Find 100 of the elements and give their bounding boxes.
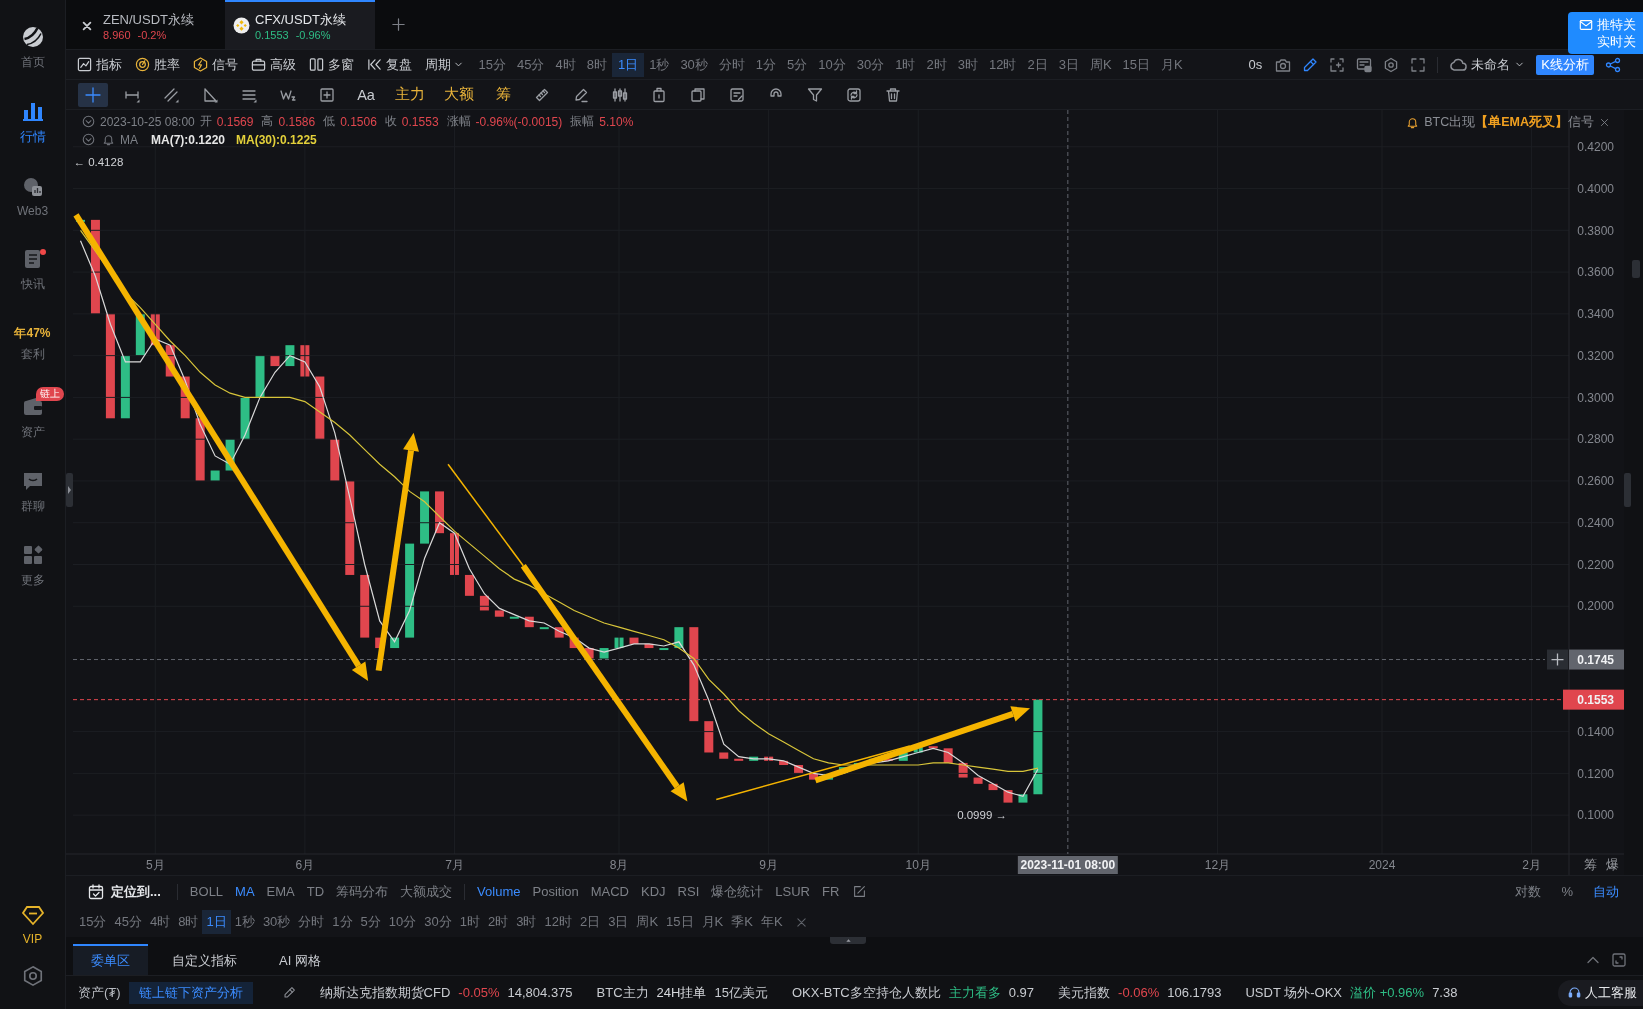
indicator-toggle[interactable]: EMA bbox=[260, 884, 301, 899]
symbol-tab[interactable]: CFX/USDT永续 0.1553 -0.96% bbox=[225, 0, 375, 49]
indicator-toggle[interactable]: RSI bbox=[671, 884, 706, 899]
period-dropdown[interactable]: 周期 bbox=[425, 55, 464, 74]
panel-tab[interactable]: AI 网格 bbox=[261, 944, 339, 975]
scale-option[interactable]: 对数 bbox=[1509, 882, 1548, 901]
timeframe-button[interactable]: 3时 bbox=[512, 910, 541, 934]
indicator-toggle[interactable]: 爆仓统计 bbox=[705, 882, 770, 901]
indicator-toggle[interactable]: 筹码分布 bbox=[330, 882, 395, 901]
arrow-annotation[interactable] bbox=[375, 432, 419, 672]
indicator-toggle[interactable]: MA bbox=[229, 884, 261, 899]
settings-icon[interactable] bbox=[1383, 56, 1400, 73]
timeframe-button[interactable]: 2日 bbox=[575, 910, 605, 934]
indicator-toggle[interactable]: MACD bbox=[584, 884, 635, 899]
indicator-toggle[interactable]: Volume bbox=[471, 884, 527, 899]
timeframe-button[interactable]: 45分 bbox=[110, 910, 146, 934]
toolbar-button[interactable]: 信号 bbox=[193, 55, 238, 74]
drawing-tool-button[interactable]: 筹 bbox=[488, 82, 518, 107]
layout-dropdown[interactable]: 未命名 bbox=[1449, 55, 1526, 74]
panel-tab[interactable]: 自定义指标 bbox=[154, 944, 255, 975]
indicator-toggle[interactable]: 大额成交 bbox=[394, 882, 459, 901]
timeframe-button[interactable]: 周K bbox=[1084, 52, 1118, 77]
toolbar-button[interactable]: 胜率 bbox=[135, 55, 180, 74]
axis-toggle-button[interactable]: 筹 bbox=[1583, 857, 1597, 872]
timeframe-button[interactable]: 年K bbox=[756, 910, 787, 934]
timeframe-button[interactable]: 1时 bbox=[455, 910, 484, 934]
arrow-annotation[interactable] bbox=[73, 213, 369, 682]
settings-icon[interactable] bbox=[21, 965, 44, 987]
timeframe-button[interactable]: 2日 bbox=[1021, 52, 1054, 77]
toolbar-button[interactable]: 多窗 bbox=[309, 55, 354, 74]
indicator-toggle[interactable]: TD bbox=[300, 884, 331, 899]
timeframe-button[interactable]: 30秒 bbox=[258, 910, 295, 934]
axis-toggle-button[interactable]: 爆 bbox=[1605, 857, 1619, 872]
timeframe-button[interactable]: 12时 bbox=[540, 910, 576, 934]
notification-popup[interactable]: 推特关 实时关 bbox=[1568, 12, 1643, 54]
timeframe-button[interactable]: 5分 bbox=[356, 910, 385, 934]
timeframe-button[interactable]: 1日 bbox=[612, 52, 644, 77]
drawing-tool-button[interactable]: Aa bbox=[351, 82, 381, 107]
support-button[interactable]: 人工客服 bbox=[1558, 979, 1643, 1006]
arrow-annotation[interactable] bbox=[814, 706, 1030, 784]
expand-icon[interactable] bbox=[1611, 951, 1627, 968]
edit-icon[interactable] bbox=[853, 885, 867, 898]
timeframe-button[interactable]: 月K bbox=[697, 910, 728, 934]
toolbar-button[interactable]: 指标 bbox=[77, 55, 122, 74]
timeframe-button[interactable]: 季K bbox=[727, 910, 757, 934]
pencil-icon[interactable] bbox=[282, 986, 296, 999]
indicator-toggle[interactable]: Position bbox=[526, 884, 585, 899]
timeframe-button[interactable]: 30秒 bbox=[674, 52, 714, 77]
add-tab-button[interactable] bbox=[391, 17, 406, 32]
timeframe-button[interactable]: 3日 bbox=[604, 910, 633, 934]
sidebar-item[interactable]: 链上 资产 bbox=[3, 381, 62, 455]
collapse-icon[interactable] bbox=[82, 115, 95, 128]
timeframe-button[interactable]: 4时 bbox=[549, 52, 582, 77]
timeframe-button[interactable]: 30分 bbox=[420, 910, 456, 934]
share-icon[interactable] bbox=[1605, 56, 1621, 73]
timeframe-button[interactable]: 1时 bbox=[889, 52, 921, 77]
timeframe-button[interactable]: 月K bbox=[1155, 52, 1189, 77]
trend-line[interactable] bbox=[715, 745, 911, 801]
sidebar-item[interactable]: 群聊 bbox=[3, 455, 62, 529]
drawing-tool-button[interactable] bbox=[78, 82, 108, 107]
timeframe-button[interactable]: 1秒 bbox=[230, 910, 259, 934]
add-alert-button[interactable] bbox=[1547, 649, 1568, 670]
timeframe-button[interactable]: 15日 bbox=[1117, 52, 1156, 77]
camera-icon[interactable] bbox=[1275, 56, 1292, 73]
asset-analysis-button[interactable]: 链上链下资产分析 bbox=[128, 981, 253, 1004]
timeframe-button[interactable]: 30分 bbox=[851, 52, 890, 77]
arrow-annotation[interactable] bbox=[520, 564, 688, 802]
locate-button[interactable]: 定位到... bbox=[88, 882, 161, 901]
close-icon[interactable] bbox=[1599, 117, 1610, 128]
timeframe-button[interactable]: 10分 bbox=[812, 52, 852, 77]
sidebar-item[interactable]: Web3 bbox=[3, 159, 62, 233]
symbol-tab[interactable]: ZEN/USDT永续 8.960 -0.2% bbox=[73, 0, 221, 49]
close-icon[interactable] bbox=[794, 915, 808, 929]
timeframe-button[interactable]: 4时 bbox=[145, 910, 175, 934]
panel-toggle-handle[interactable] bbox=[830, 937, 866, 944]
frame-plus-icon[interactable] bbox=[1329, 56, 1346, 73]
timeframe-button[interactable]: 2时 bbox=[921, 52, 953, 77]
timeframe-button[interactable]: 8时 bbox=[581, 52, 613, 77]
timeframe-button[interactable]: 分时 bbox=[294, 910, 329, 934]
sidebar-item[interactable]: 首页 bbox=[3, 11, 62, 85]
timeframe-button[interactable]: 1分 bbox=[750, 52, 782, 77]
timeframe-button[interactable]: 8时 bbox=[174, 910, 203, 934]
timeframe-button[interactable]: 15日 bbox=[662, 910, 698, 934]
drawing-tool-button[interactable]: 主力 bbox=[390, 82, 430, 107]
window-icon[interactable] bbox=[1356, 56, 1373, 73]
fullscreen-icon[interactable] bbox=[1410, 56, 1427, 73]
toolbar-button[interactable]: 复盘 bbox=[367, 55, 412, 74]
analysis-button[interactable]: K线分析 bbox=[1536, 54, 1594, 75]
bell-icon[interactable] bbox=[102, 133, 115, 146]
panel-tab[interactable]: 委单区 bbox=[73, 944, 148, 975]
vip-button[interactable]: VIP bbox=[3, 893, 62, 955]
indicator-toggle[interactable]: KDJ bbox=[635, 884, 672, 899]
sidebar-item[interactable]: 年47% 套利 bbox=[3, 307, 62, 381]
timeframe-button[interactable]: 1秒 bbox=[643, 52, 675, 77]
scale-option[interactable]: % bbox=[1555, 882, 1579, 901]
indicator-toggle[interactable]: BOLL bbox=[183, 884, 230, 899]
timeframe-button[interactable]: 周K bbox=[632, 910, 663, 934]
timeframe-button[interactable]: 分时 bbox=[713, 52, 751, 77]
timeframe-button[interactable]: 2时 bbox=[484, 910, 513, 934]
timeframe-button[interactable]: 12时 bbox=[983, 52, 1022, 77]
